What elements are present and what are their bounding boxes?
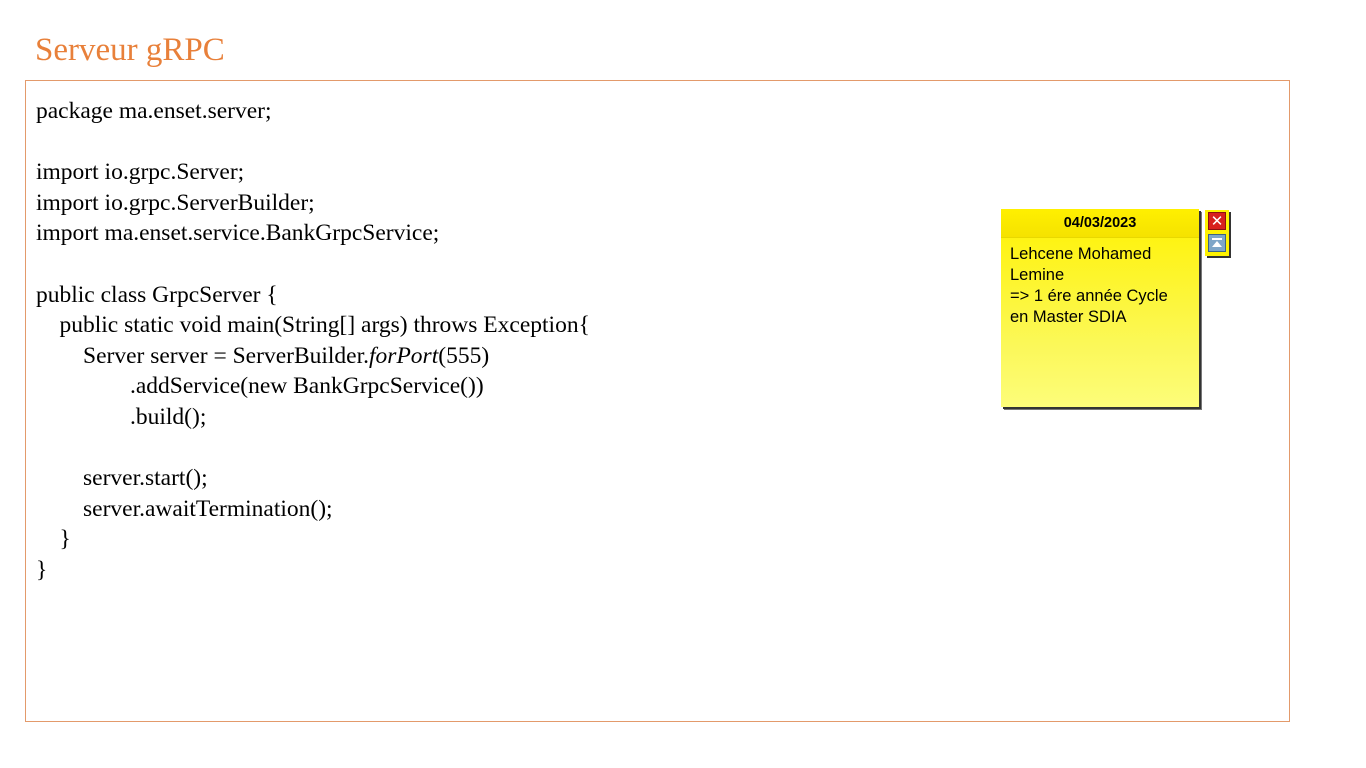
code-line: .build(); bbox=[36, 403, 207, 430]
sticky-note-controls: ✕ bbox=[1205, 210, 1229, 256]
sticky-note-body[interactable]: Lehcene Mohamed Lemine => 1 ére année Cy… bbox=[1001, 238, 1199, 328]
close-icon[interactable]: ✕ bbox=[1208, 212, 1226, 230]
sticky-note-date: 04/03/2023 bbox=[1001, 209, 1199, 238]
sticky-note-line: en Master SDIA bbox=[1010, 308, 1127, 326]
slide-title: Serveur gRPC bbox=[35, 32, 225, 68]
code-line: .addService(new BankGrpcService()) bbox=[36, 373, 484, 400]
code-line: package ma.enset.server; bbox=[36, 98, 272, 124]
code-segment: Server server = ServerBuilder. bbox=[36, 342, 370, 369]
sticky-note-line: Lemine bbox=[1010, 266, 1065, 284]
sticky-note-line: => 1 ére année Cycle bbox=[1010, 287, 1168, 305]
code-line: server.start(); bbox=[36, 465, 208, 492]
collapse-icon[interactable] bbox=[1208, 234, 1226, 252]
code-line: import io.grpc.ServerBuilder; bbox=[36, 189, 315, 216]
code-line: import io.grpc.Server; bbox=[36, 159, 245, 186]
sticky-note[interactable]: 04/03/2023 Lehcene Mohamed Lemine => 1 é… bbox=[1001, 209, 1199, 407]
code-line: server.awaitTermination(); bbox=[36, 495, 333, 522]
code-line: public class GrpcServer { bbox=[36, 281, 278, 308]
code-line: import ma.enset.service.BankGrpcService; bbox=[36, 220, 440, 247]
code-line: Server server = ServerBuilder.forPort(55… bbox=[36, 341, 590, 372]
sticky-note-line: Lehcene Mohamed bbox=[1010, 245, 1152, 263]
code-line: } bbox=[36, 556, 48, 583]
code-segment: (555) bbox=[438, 342, 490, 369]
code-segment-italic: forPort bbox=[369, 342, 439, 369]
code-block: package ma.enset.server; import io.grpc.… bbox=[36, 96, 590, 586]
code-line: public static void main(String[] args) t… bbox=[36, 312, 590, 339]
code-line: } bbox=[36, 526, 71, 553]
slide: Serveur gRPC package ma.enset.server; im… bbox=[0, 0, 1366, 768]
